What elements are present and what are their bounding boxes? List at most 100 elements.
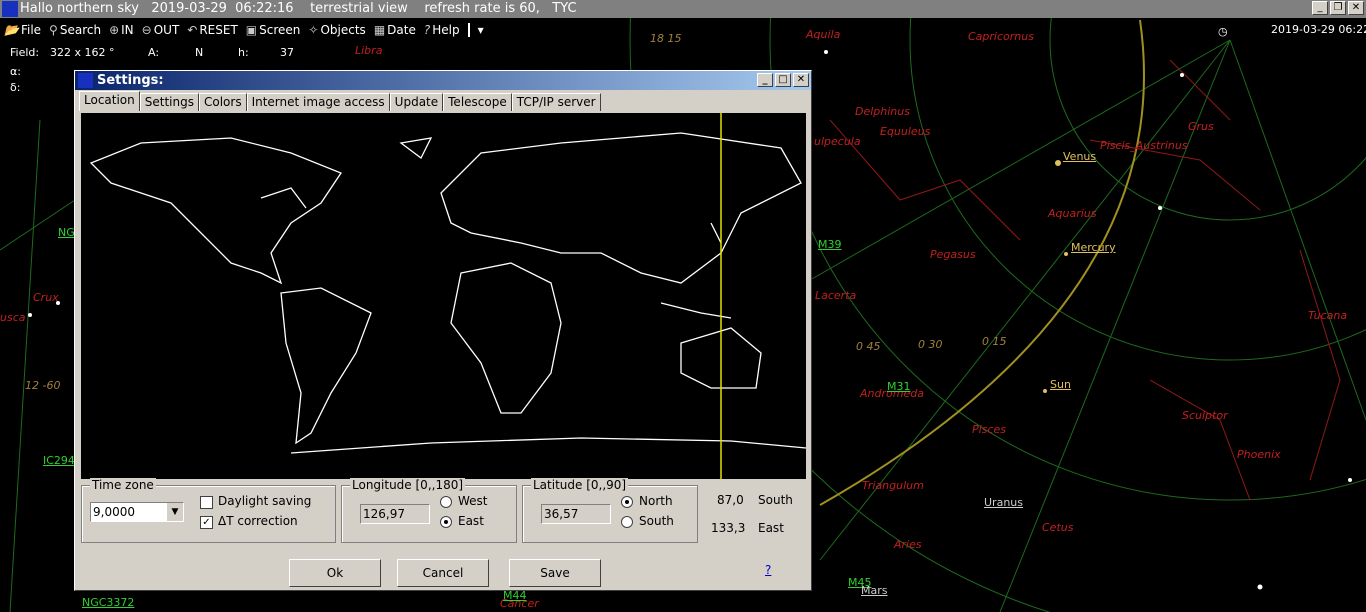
- south-radio[interactable]: [621, 516, 633, 528]
- help-link[interactable]: ?: [765, 563, 771, 577]
- constellation-label: Aries: [894, 538, 922, 551]
- world-map[interactable]: [81, 113, 807, 479]
- app-icon: [78, 73, 93, 88]
- help-menu[interactable]: ? Help: [424, 23, 460, 37]
- tab-bar: Location Settings Colors Internet image …: [79, 91, 601, 111]
- reset-button[interactable]: ↶ RESET: [187, 23, 238, 37]
- constellation-label: Phoenix: [1237, 448, 1281, 461]
- constellation-label: Pegasus: [930, 248, 976, 261]
- app-titlebar: Hallo northern sky 2019-03-29 06:22:16 t…: [0, 0, 1366, 18]
- tab-location[interactable]: Location: [79, 91, 140, 111]
- north-radio[interactable]: [621, 496, 633, 508]
- close-button[interactable]: ✕: [1348, 1, 1364, 15]
- grid-label: 12 -60: [25, 379, 61, 392]
- folder-icon: 📂: [4, 23, 19, 37]
- constellation-label: Delphinus: [855, 105, 910, 118]
- readout-value-1: 87,0: [717, 493, 744, 507]
- tab-colors[interactable]: Colors: [198, 93, 247, 111]
- continent-africa: [450, 262, 562, 414]
- calendar-icon: ▦: [373, 23, 386, 37]
- minimize-button[interactable]: _: [1312, 1, 1328, 15]
- restore-button[interactable]: ❐: [1330, 1, 1346, 15]
- continent-south-america: [280, 287, 372, 445]
- zoom-out-icon: ⊖: [141, 23, 152, 37]
- file-menu[interactable]: 📂 File: [4, 23, 41, 37]
- height-value: 37: [280, 46, 294, 59]
- planet-label[interactable]: Uranus: [984, 496, 1023, 509]
- app-icon: [2, 1, 18, 17]
- latitude-group: Latitude [0,,90] 36,57 North South: [522, 478, 698, 543]
- object-label[interactable]: M31: [887, 380, 911, 393]
- tab-update[interactable]: Update: [389, 93, 444, 111]
- daylight-saving-checkbox[interactable]: [200, 496, 213, 509]
- planet-label[interactable]: Mars: [861, 584, 888, 597]
- west-radio[interactable]: [440, 496, 452, 508]
- continent-eurasia: [440, 132, 802, 284]
- question-icon: ?: [423, 23, 431, 37]
- longitude-label: Longitude [0,,180]: [350, 478, 466, 492]
- dt-correction-checkbox[interactable]: ✓: [200, 516, 213, 529]
- longitude-input[interactable]: 126,97: [360, 504, 430, 524]
- planet-label[interactable]: Mercury: [1071, 241, 1116, 254]
- chevron-down-icon[interactable]: ▼: [167, 503, 183, 521]
- undo-icon: ↶: [187, 23, 198, 37]
- constellation-label: Grus: [1188, 120, 1214, 133]
- compass-icon[interactable]: ◷: [1218, 25, 1228, 38]
- longitude-group: Longitude [0,,180] 126,97 West East: [341, 478, 517, 543]
- timezone-label: Time zone: [90, 478, 156, 492]
- tab-tcpip-server[interactable]: TCP/IP server: [511, 93, 601, 111]
- planet-label[interactable]: Sun: [1050, 378, 1071, 391]
- constellation-label: Piscis_Austrinus: [1100, 139, 1188, 152]
- west-label: West: [458, 494, 488, 508]
- continent-antarctica: [290, 437, 807, 454]
- date-menu[interactable]: ▦ Date: [374, 23, 416, 37]
- south-label: South: [639, 514, 674, 528]
- height-label: h:: [238, 46, 249, 59]
- clock: 2019-03-29 06:22: [1271, 23, 1366, 36]
- readout-direction-2: East: [758, 521, 784, 535]
- east-label: East: [458, 514, 484, 528]
- overflow-chevron-icon[interactable]: ▾: [467, 23, 484, 37]
- tab-internet-image-access[interactable]: Internet image access: [246, 93, 390, 111]
- alpha-label: α:: [10, 65, 21, 78]
- screen-menu[interactable]: ▣ Screen: [246, 23, 301, 37]
- field-value: 322 x 162 °: [50, 46, 115, 59]
- zoom-out-button[interactable]: ⊖ OUT: [142, 23, 180, 37]
- zoom-in-button[interactable]: ⊕ IN: [109, 23, 134, 37]
- constellation-label: Triangulum: [862, 479, 924, 492]
- grid-label: 0 15: [982, 335, 1007, 348]
- settings-dialog: Settings: _ □ ✕ Location Settings Colors I…: [74, 70, 812, 591]
- dialog-minimize-button[interactable]: _: [757, 73, 773, 87]
- east-radio[interactable]: [440, 516, 452, 528]
- latitude-input[interactable]: 36,57: [541, 504, 611, 524]
- constellation-label: Aquila: [806, 28, 841, 41]
- latitude-label: Latitude [0,,90]: [531, 478, 629, 492]
- zoom-in-icon: ⊕: [109, 23, 120, 37]
- objects-menu[interactable]: ✧ Objects: [308, 23, 365, 37]
- binoculars-icon: ⚲: [49, 23, 58, 37]
- azimuth-label: A:: [148, 46, 160, 59]
- constellation-label: usca: [0, 311, 26, 324]
- constellation-label: Libra: [355, 44, 383, 57]
- readout-direction-1: South: [758, 493, 793, 507]
- azimuth-value: N: [195, 46, 204, 59]
- planet-label[interactable]: Venus: [1063, 150, 1096, 163]
- save-button[interactable]: Save: [509, 559, 601, 587]
- object-label[interactable]: M39: [818, 238, 842, 251]
- dialog-titlebar: Settings: _ □ ✕: [75, 71, 811, 90]
- constellation-label: Equuleus: [880, 125, 931, 138]
- constellation-label: Sculptor: [1182, 409, 1228, 422]
- dialog-close-button[interactable]: ✕: [793, 73, 809, 87]
- search-menu[interactable]: ⚲ Search: [49, 23, 101, 37]
- constellation-label: Tucana: [1308, 309, 1348, 322]
- grid-label: 0 30: [918, 338, 943, 351]
- timezone-select[interactable]: 9,0000 ▼: [90, 502, 184, 522]
- dialog-maximize-button[interactable]: □: [775, 73, 791, 87]
- tab-telescope[interactable]: Telescope: [443, 93, 512, 111]
- cancel-button[interactable]: Cancel: [397, 559, 489, 587]
- object-label[interactable]: NGC3372: [82, 596, 134, 609]
- ok-button[interactable]: Ok: [289, 559, 381, 587]
- tab-settings[interactable]: Settings: [139, 93, 199, 111]
- grid-label: 18 15: [650, 32, 682, 45]
- dialog-title: Settings:: [97, 73, 164, 88]
